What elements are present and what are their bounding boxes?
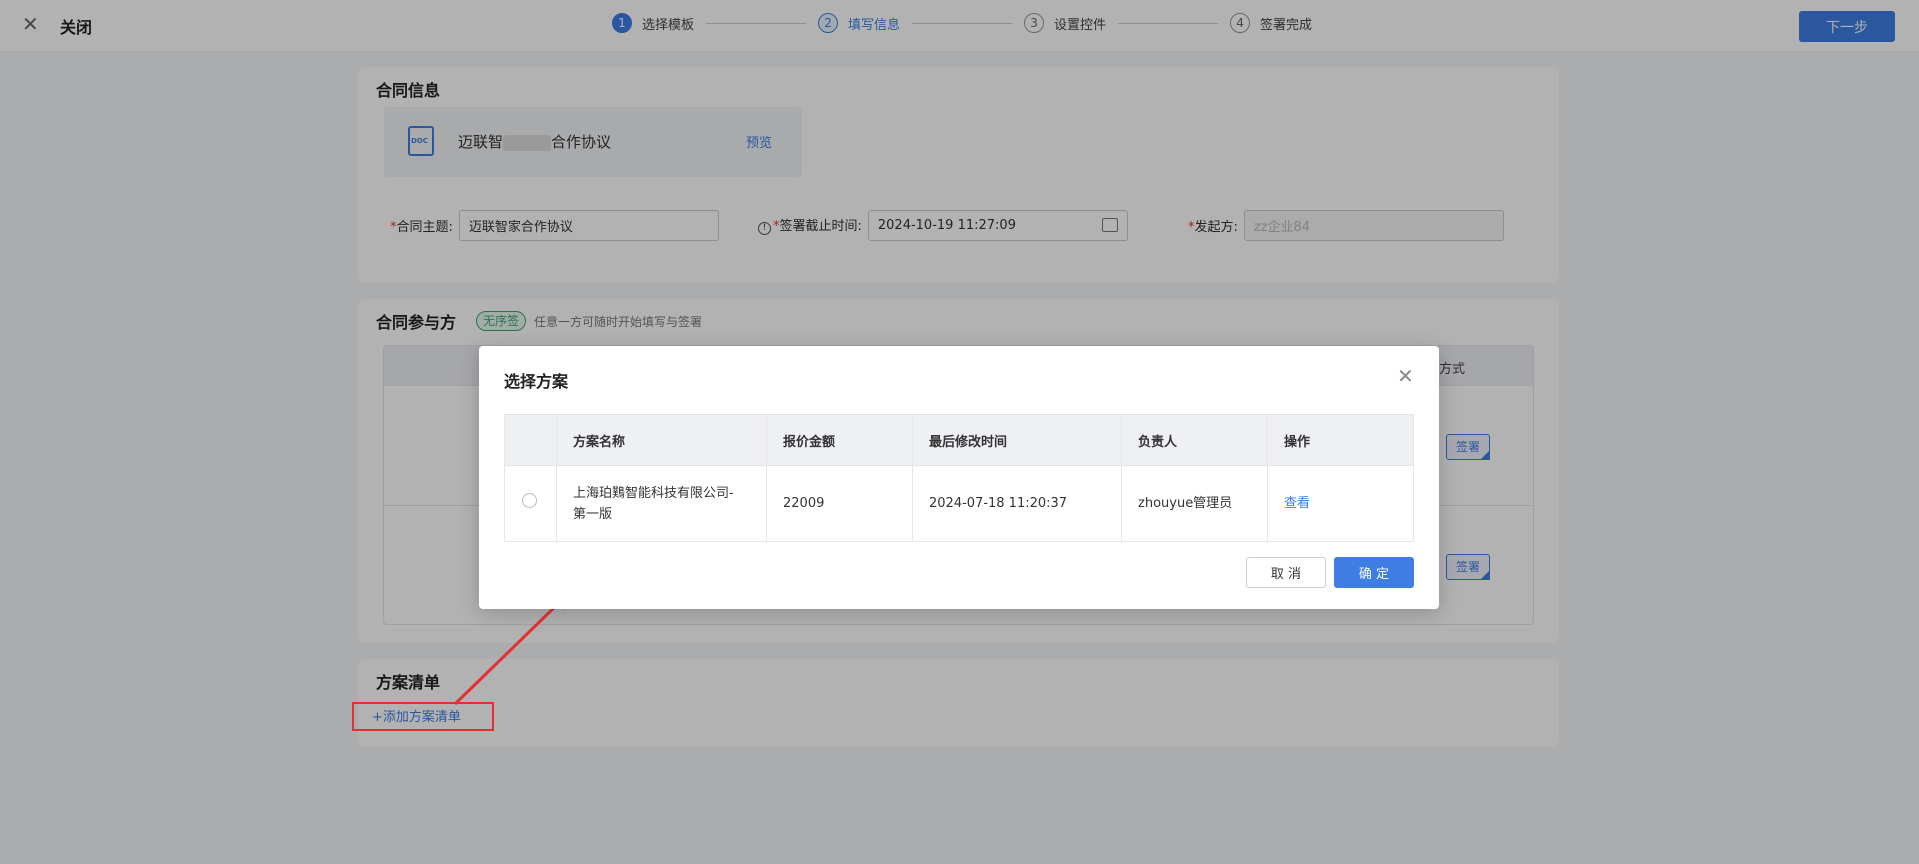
annotation-highlight-box [352,702,494,731]
plan-table: 方案名称 报价金额 最后修改时间 负责人 操作 上海珀䴆智能科技有限公司- 第一… [504,414,1414,542]
column-header: 报价金额 [766,414,913,466]
cancel-button[interactable]: 取 消 [1246,557,1326,588]
plan-name-line2: 第一版 [573,506,613,522]
select-cell [504,465,557,542]
dialog-title: 选择方案 [504,372,569,391]
table-row: 上海珀䴆智能科技有限公司- 第一版 22009 2024-07-18 11:20… [504,465,1414,542]
plan-action-cell: 查看 [1268,466,1414,542]
column-header: 负责人 [1121,414,1268,466]
close-icon[interactable]: ✕ [1397,366,1417,386]
plan-radio[interactable] [522,492,537,508]
column-header: 最后修改时间 [912,414,1122,466]
view-plan-link[interactable]: 查看 [1284,496,1310,511]
plan-name-line1: 上海珀䴆智能科技有限公司- [573,485,734,501]
plan-name-cell: 上海珀䴆智能科技有限公司- 第一版 [556,465,767,542]
column-header: 操作 [1267,414,1414,466]
confirm-button[interactable]: 确 定 [1334,557,1414,588]
plan-amount-cell: 22009 [766,465,913,542]
plan-owner-cell: zhouyue管理员 [1121,465,1268,542]
select-column-header [504,414,557,466]
plan-table-header: 方案名称 报价金额 最后修改时间 负责人 操作 [504,414,1414,466]
select-plan-dialog: 选择方案 ✕ 方案名称 报价金额 最后修改时间 负责人 操作 上海珀䴆智能科技有… [479,346,1439,609]
plan-modified-cell: 2024-07-18 11:20:37 [912,465,1122,542]
column-header: 方案名称 [556,414,767,466]
